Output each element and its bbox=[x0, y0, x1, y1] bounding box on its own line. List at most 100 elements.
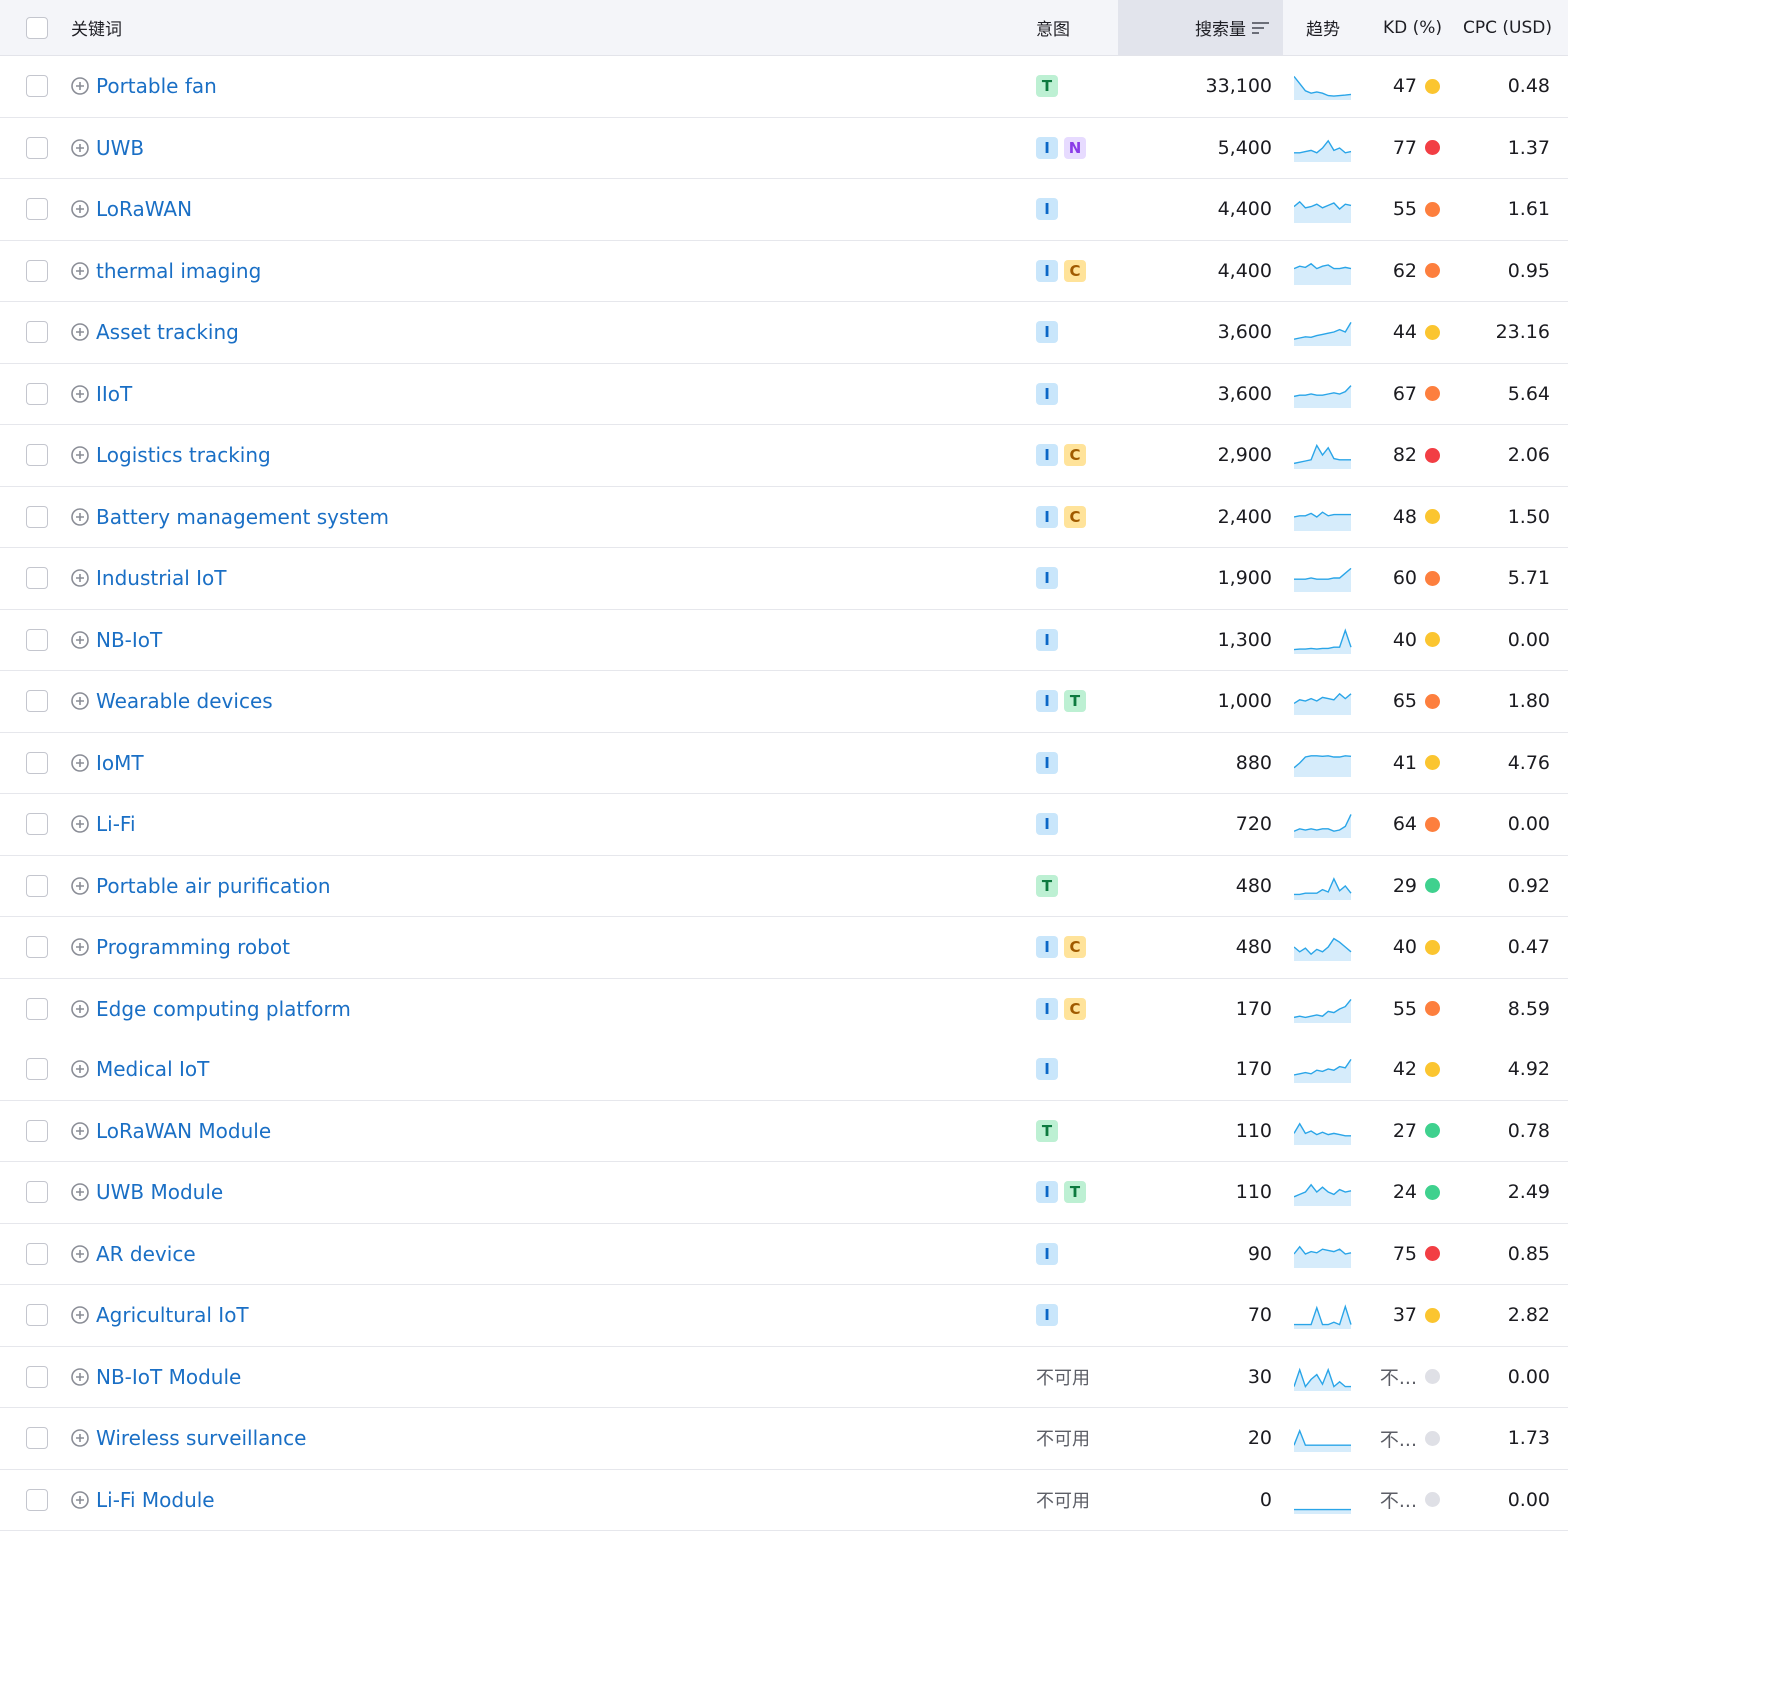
intent-badge[interactable]: I bbox=[1036, 136, 1058, 159]
intent-badge[interactable]: I bbox=[1036, 628, 1058, 651]
keyword-link[interactable]: Asset tracking bbox=[96, 320, 239, 344]
intent-badge[interactable]: I bbox=[1036, 198, 1058, 221]
table-row[interactable]: Asset tracking I 3,600 44 23.16 bbox=[0, 302, 1568, 364]
row-checkbox[interactable] bbox=[26, 1181, 48, 1204]
trend-sparkline[interactable] bbox=[1294, 1055, 1352, 1084]
trend-sparkline[interactable] bbox=[1294, 1424, 1352, 1453]
keyword-link[interactable]: Programming robot bbox=[96, 935, 290, 959]
table-row[interactable]: thermal imaging I C 4,400 62 0.95 bbox=[0, 241, 1568, 302]
row-checkbox[interactable] bbox=[26, 1365, 48, 1388]
table-row[interactable]: Programming robot I C 480 40 0.47 bbox=[0, 917, 1568, 979]
add-to-list-icon[interactable] bbox=[71, 999, 89, 1018]
row-checkbox[interactable] bbox=[26, 1488, 48, 1511]
table-row[interactable]: Li-Fi Module 不可用 0 不... 0.00 bbox=[0, 1470, 1568, 1531]
trend-sparkline[interactable] bbox=[1294, 1301, 1352, 1330]
trend-sparkline[interactable] bbox=[1294, 134, 1352, 162]
table-row[interactable]: Logistics tracking I C 2,900 82 2.06 bbox=[0, 425, 1568, 487]
keyword-link[interactable]: LoRaWAN Module bbox=[96, 1119, 271, 1143]
intent-badge[interactable]: C bbox=[1064, 505, 1086, 528]
trend-sparkline[interactable] bbox=[1294, 810, 1352, 839]
row-checkbox[interactable] bbox=[26, 1242, 48, 1265]
table-row[interactable]: Edge computing platform I C 170 55 8.59 bbox=[0, 979, 1568, 1040]
keyword-link[interactable]: Wireless surveillance bbox=[96, 1426, 306, 1450]
trend-sparkline[interactable] bbox=[1294, 1363, 1352, 1391]
table-row[interactable]: NB-IoT I 1,300 40 0.00 bbox=[0, 610, 1568, 671]
row-checkbox[interactable] bbox=[26, 1058, 48, 1081]
intent-badge[interactable]: T bbox=[1036, 75, 1058, 98]
keyword-link[interactable]: Industrial IoT bbox=[96, 566, 227, 590]
table-row[interactable]: UWB Module I T 110 24 2.49 bbox=[0, 1162, 1568, 1224]
trend-sparkline[interactable] bbox=[1294, 749, 1352, 777]
row-checkbox[interactable] bbox=[26, 259, 48, 282]
trend-sparkline[interactable] bbox=[1294, 687, 1352, 716]
add-to-list-icon[interactable] bbox=[71, 1183, 89, 1202]
row-checkbox[interactable] bbox=[26, 567, 48, 590]
table-row[interactable]: IoMT I 880 41 4.76 bbox=[0, 733, 1568, 794]
add-to-list-icon[interactable] bbox=[71, 630, 89, 649]
trend-sparkline[interactable] bbox=[1294, 503, 1352, 531]
row-checkbox[interactable] bbox=[26, 75, 48, 98]
keyword-link[interactable]: Li-Fi Module bbox=[96, 1488, 215, 1512]
row-checkbox[interactable] bbox=[26, 1427, 48, 1450]
table-row[interactable]: Wearable devices I T 1,000 65 1.80 bbox=[0, 671, 1568, 733]
add-to-list-icon[interactable] bbox=[71, 261, 89, 280]
table-row[interactable]: AR device I 90 75 0.85 bbox=[0, 1224, 1568, 1285]
intent-badge[interactable]: I bbox=[1036, 321, 1058, 344]
trend-sparkline[interactable] bbox=[1294, 933, 1352, 962]
column-header-trend[interactable]: 趋势 bbox=[1306, 0, 1340, 55]
add-to-list-icon[interactable] bbox=[71, 1121, 89, 1140]
add-to-list-icon[interactable] bbox=[71, 1306, 89, 1325]
table-row[interactable]: LoRaWAN I 4,400 55 1.61 bbox=[0, 179, 1568, 241]
add-to-list-icon[interactable] bbox=[71, 815, 89, 834]
keyword-link[interactable]: LoRaWAN bbox=[96, 197, 192, 221]
intent-badge[interactable]: I bbox=[1036, 751, 1058, 774]
row-checkbox[interactable] bbox=[26, 690, 48, 713]
table-row[interactable]: Medical IoT I 170 42 4.92 bbox=[0, 1039, 1568, 1101]
intent-badge[interactable]: I bbox=[1036, 567, 1058, 590]
column-header-cpc[interactable]: CPC (USD) bbox=[1463, 0, 1552, 55]
intent-badge[interactable]: C bbox=[1064, 936, 1086, 959]
add-to-list-icon[interactable] bbox=[71, 1490, 89, 1509]
row-checkbox[interactable] bbox=[26, 628, 48, 651]
intent-badge[interactable]: N bbox=[1064, 136, 1086, 159]
keyword-link[interactable]: Portable air purification bbox=[96, 874, 331, 898]
intent-badge[interactable]: I bbox=[1036, 505, 1058, 528]
intent-badge[interactable]: I bbox=[1036, 1058, 1058, 1081]
intent-badge[interactable]: I bbox=[1036, 1181, 1058, 1204]
intent-badge[interactable]: I bbox=[1036, 997, 1058, 1020]
intent-badge[interactable]: I bbox=[1036, 259, 1058, 282]
row-checkbox[interactable] bbox=[26, 997, 48, 1020]
row-checkbox[interactable] bbox=[26, 321, 48, 344]
intent-badge[interactable]: T bbox=[1064, 690, 1086, 713]
add-to-list-icon[interactable] bbox=[71, 1060, 89, 1079]
row-checkbox[interactable] bbox=[26, 382, 48, 405]
column-header-intent[interactable]: 意图 bbox=[1036, 0, 1070, 55]
trend-sparkline[interactable] bbox=[1294, 441, 1352, 470]
intent-badge[interactable]: T bbox=[1036, 874, 1058, 897]
add-to-list-icon[interactable] bbox=[71, 1244, 89, 1263]
keyword-link[interactable]: IIoT bbox=[96, 382, 132, 406]
row-checkbox[interactable] bbox=[26, 874, 48, 897]
intent-badge[interactable]: I bbox=[1036, 1304, 1058, 1327]
keyword-link[interactable]: Edge computing platform bbox=[96, 997, 351, 1021]
intent-badge[interactable]: T bbox=[1036, 1119, 1058, 1142]
keyword-link[interactable]: Agricultural IoT bbox=[96, 1303, 249, 1327]
table-row[interactable]: IIoT I 3,600 67 5.64 bbox=[0, 364, 1568, 425]
table-row[interactable]: Industrial IoT I 1,900 60 5.71 bbox=[0, 548, 1568, 610]
table-row[interactable]: Battery management system I C 2,400 48 1.50 bbox=[0, 487, 1568, 548]
trend-sparkline[interactable] bbox=[1294, 72, 1352, 101]
intent-badge[interactable]: C bbox=[1064, 997, 1086, 1020]
keyword-link[interactable]: UWB Module bbox=[96, 1180, 223, 1204]
keyword-link[interactable]: Wearable devices bbox=[96, 689, 273, 713]
add-to-list-icon[interactable] bbox=[71, 876, 89, 895]
keyword-link[interactable]: NB-IoT Module bbox=[96, 1365, 241, 1389]
table-row[interactable]: Portable fan T 33,100 47 0.48 bbox=[0, 56, 1568, 118]
trend-sparkline[interactable] bbox=[1294, 995, 1352, 1023]
row-checkbox[interactable] bbox=[26, 813, 48, 836]
add-to-list-icon[interactable] bbox=[71, 569, 89, 588]
add-to-list-icon[interactable] bbox=[71, 138, 89, 157]
intent-badge[interactable]: I bbox=[1036, 444, 1058, 467]
intent-badge[interactable]: C bbox=[1064, 259, 1086, 282]
trend-sparkline[interactable] bbox=[1294, 1117, 1352, 1145]
add-to-list-icon[interactable] bbox=[71, 692, 89, 711]
